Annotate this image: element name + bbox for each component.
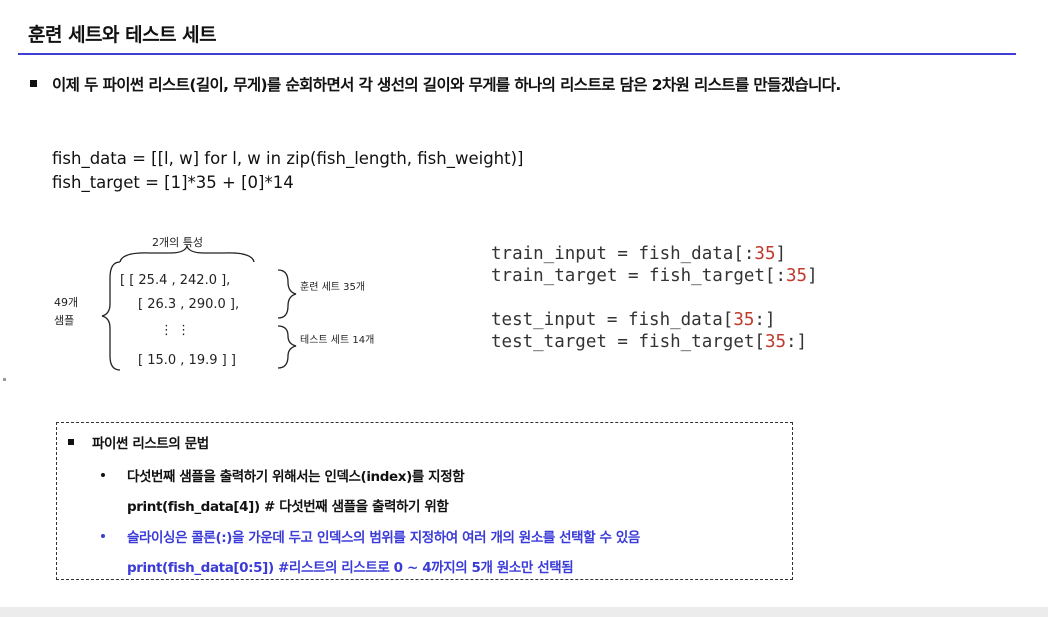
test-brace: [277, 325, 297, 369]
code-line-train-input: train_input = fish_data[:35]: [491, 244, 787, 264]
code-gap: [491, 287, 818, 309]
syntax-note-box: 파이썬 리스트의 문법 다섯번째 샘플을 출력하기 위해서는 인덱스(index…: [56, 422, 793, 580]
code-block-split: train_input = fish_data[:35] train_targe…: [491, 243, 818, 353]
code-line-test-input: test_input = fish_data[35:]: [491, 310, 776, 330]
notes-row-2: [ 26.3 , 290.0 ],: [138, 297, 239, 312]
title-divider: [18, 53, 1016, 55]
code-line-train-target: train_target = fish_target[:35]: [491, 266, 818, 286]
train-brace: [277, 269, 297, 319]
box-item-index: 다섯번째 샘플을 출력하기 위해서는 인덱스(index)를 지정함: [127, 469, 465, 485]
left-brace: [101, 261, 121, 371]
dot-bullet-icon: [101, 473, 105, 477]
notes-row-1: [ [ 25.4 , 242.0 ],: [120, 273, 230, 288]
intro-text: 이제 두 파이썬 리스트(길이, 무게)를 순회하면서 각 생선의 길이와 무게…: [52, 76, 841, 94]
notes-side-label-1: 49개: [54, 296, 78, 309]
bottom-scroll-bar: [0, 607, 1048, 617]
square-bullet-icon: [68, 439, 74, 445]
code-line-fish-target: fish_target = [1]*35 + [0]*14: [52, 173, 294, 192]
notes-row-4: [ 15.0 , 19.9 ] ]: [138, 353, 236, 368]
edge-mark: [3, 378, 6, 381]
dot-bullet-icon: [101, 534, 105, 538]
slide-title: 훈련 세트와 테스트 세트: [28, 24, 217, 46]
square-bullet-icon: [30, 80, 37, 87]
handwritten-notes-drawing: 2개의 특성 49개 샘플 [ [ 25.4 , 242.0 ], [ 26.3…: [54, 236, 374, 371]
box-code-slicing: print(fish_data[0:5]) #리스트의 리스트로 0 ~ 4까지…: [127, 560, 574, 576]
notes-test-label: 테스트 세트 14개: [300, 334, 374, 346]
code-block-main: fish_data = [[l, w] for l, w in zip(fish…: [52, 147, 523, 195]
box-code-index: print(fish_data[4]) # 다섯번째 샘플을 출력하기 위함: [127, 499, 449, 515]
code-line-fish-data: fish_data = [[l, w] for l, w in zip(fish…: [52, 149, 524, 168]
box-item-slicing: 슬라이싱은 콜론(:)을 가운데 두고 인덱스의 범위를 지정하여 여러 개의 …: [127, 530, 640, 546]
notes-top-label: 2개의 특성: [152, 236, 203, 249]
notes-side-label-2: 샘플: [54, 314, 74, 327]
intro-bullet: 이제 두 파이썬 리스트(길이, 무게)를 순회하면서 각 생선의 길이와 무게…: [30, 74, 930, 97]
box-heading: 파이썬 리스트의 문법: [92, 436, 209, 452]
code-line-test-target: test_target = fish_target[35:]: [491, 332, 808, 352]
notes-train-label: 훈련 세트 35개: [300, 280, 365, 293]
notes-row-3: ⋮ ⋮: [160, 323, 190, 338]
handwritten-notes: 2개의 특성 49개 샘플 [ [ 25.4 , 242.0 ], [ 26.3…: [40, 222, 400, 382]
